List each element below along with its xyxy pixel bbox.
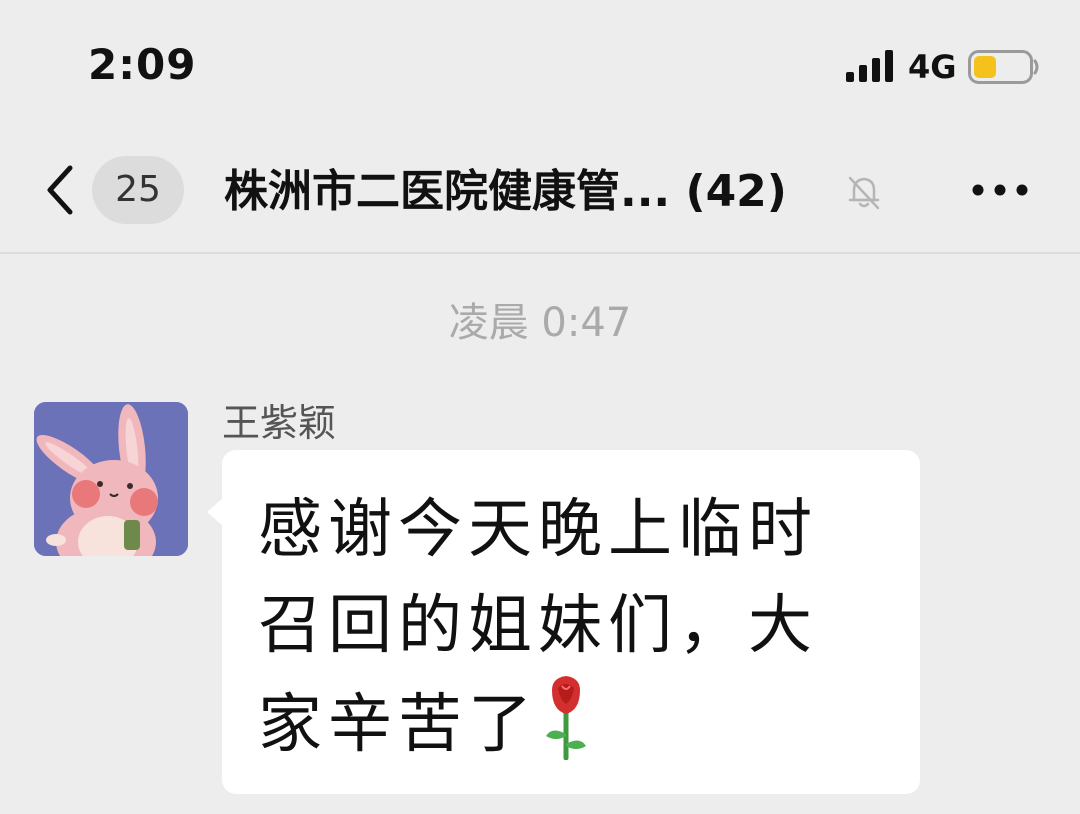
status-bar: 2:09 4G [0,0,1080,130]
sender-name: 王紫颖 [222,401,337,445]
rose-icon [546,676,586,760]
chat-header: 25 株洲市二医院健康管... (42) [0,130,1080,254]
message-timestamp: 凌晨 0:47 [448,300,632,346]
bunny-avatar-icon [34,402,188,556]
sender-avatar[interactable] [34,402,188,556]
network-type-label: 4G [908,48,957,86]
battery-icon [968,50,1039,84]
signal-icon [846,50,893,82]
message-text-container: 感谢今天晚上临时召回的姐妹们，大家辛苦了 [258,482,886,773]
more-dots-icon[interactable] [970,178,1030,202]
status-time: 2:09 [88,40,197,89]
unread-count-badge[interactable]: 25 [92,156,184,224]
message-bubble[interactable]: 感谢今天晚上临时召回的姐妹们，大家辛苦了 [222,450,920,794]
chat-title[interactable]: 株洲市二医院健康管... (42) [224,160,840,224]
bubble-tail [207,498,223,526]
bell-muted-icon [848,176,880,210]
chevron-left-icon[interactable] [40,162,80,218]
